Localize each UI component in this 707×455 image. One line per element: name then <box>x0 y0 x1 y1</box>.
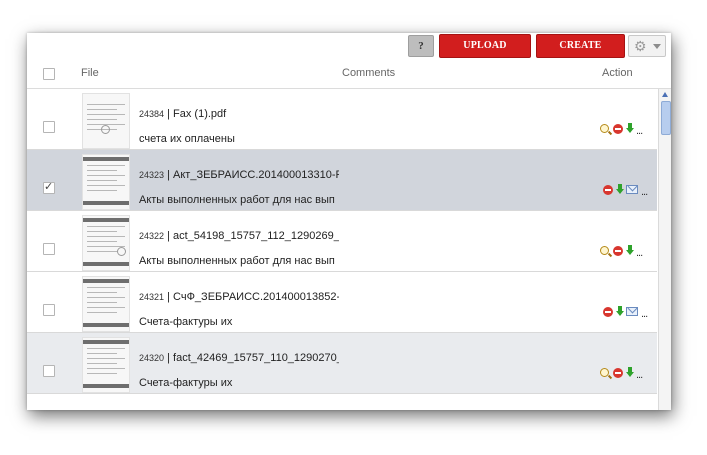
column-header-action: Action <box>602 67 633 79</box>
file-id: 24322 <box>139 231 165 241</box>
file-id: 24323 <box>139 170 165 180</box>
delete-icon[interactable] <box>603 307 613 317</box>
file-id-separator: | <box>164 291 174 303</box>
file-thumbnail[interactable] <box>82 276 130 332</box>
file-name[interactable]: 24322 | act_54198_15757_112_1290269_1. <box>139 230 339 242</box>
scrollbar-thumb[interactable] <box>661 101 671 135</box>
file-thumbnail[interactable] <box>82 93 130 149</box>
file-comment: Акты выполненных работ для нас выпол <box>139 255 335 267</box>
file-thumbnail[interactable] <box>82 337 130 393</box>
file-name[interactable]: 24323 | Акт_ЗЕБРАИСС.201400013310-PT <box>139 169 339 181</box>
file-name-text: act_54198_15757_112_1290269_1. <box>173 230 339 242</box>
toolbar: ? UPLOAD CREATE ⚙ <box>27 33 671 60</box>
more-actions-button[interactable]: ... <box>636 369 643 381</box>
file-name-text: СчФ_ЗЕБРАИСС.201400013852-F <box>173 291 339 303</box>
documents-panel: ? UPLOAD CREATE ⚙ File Comments Action 2… <box>27 33 671 410</box>
view-icon[interactable] <box>600 246 609 255</box>
file-id: 24384 <box>139 109 165 119</box>
download-icon[interactable] <box>626 367 634 378</box>
file-comment: Счета-фактуры их <box>139 377 233 389</box>
file-name[interactable]: 24320 | fact_42469_15757_110_1290270_1 <box>139 352 339 364</box>
table-row[interactable]: 24321 | СчФ_ЗЕБРАИСС.201400013852-F Счета… <box>27 272 657 333</box>
vertical-scrollbar[interactable] <box>658 89 671 410</box>
select-all-checkbox[interactable] <box>43 68 55 80</box>
create-button[interactable]: CREATE <box>536 34 625 58</box>
row-checkbox[interactable] <box>43 365 55 377</box>
more-actions-button[interactable]: ... <box>636 125 643 137</box>
file-name-text: Акт_ЗЕБРАИСС.201400013310-PT <box>173 169 339 181</box>
column-header-comments: Comments <box>342 67 396 79</box>
table-row[interactable]: 24323 | Акт_ЗЕБРАИСС.201400013310-PT Акты… <box>27 150 657 211</box>
file-id-separator: | <box>164 169 174 181</box>
settings-dropdown-button[interactable]: ⚙ <box>628 35 666 57</box>
file-thumbnail[interactable] <box>82 154 130 210</box>
more-actions-button[interactable]: ... <box>641 308 648 320</box>
file-id: 24321 <box>139 292 165 302</box>
delete-icon[interactable] <box>613 368 623 378</box>
row-checkbox[interactable] <box>43 304 55 316</box>
row-checkbox[interactable] <box>43 180 55 194</box>
download-icon[interactable] <box>626 245 634 256</box>
mail-icon[interactable] <box>626 185 638 194</box>
file-list: 24384 | Fax (1).pdfсчета их оплачены...2… <box>27 89 657 410</box>
mail-icon[interactable] <box>626 307 638 316</box>
view-icon[interactable] <box>600 368 609 377</box>
gear-icon: ⚙ <box>634 38 647 54</box>
file-comment: Счета-фактуры их <box>139 316 233 328</box>
more-actions-button[interactable]: ... <box>636 247 643 259</box>
table-row[interactable]: 24322 | act_54198_15757_112_1290269_1. Ак… <box>27 211 657 272</box>
download-icon[interactable] <box>626 123 634 134</box>
file-name[interactable]: 24384 | Fax (1).pdf <box>139 108 339 120</box>
column-header-file: File <box>81 67 99 79</box>
delete-icon[interactable] <box>613 124 623 134</box>
file-id-separator: | <box>164 230 174 242</box>
delete-icon[interactable] <box>603 185 613 195</box>
more-actions-button[interactable]: ... <box>641 186 648 198</box>
file-id-separator: | <box>164 108 174 120</box>
table-row[interactable]: 24320 | fact_42469_15757_110_1290270_1 Сч… <box>27 333 657 394</box>
download-icon[interactable] <box>616 306 624 317</box>
file-comment: счета их оплачены <box>139 133 235 145</box>
delete-icon[interactable] <box>613 246 623 256</box>
table-header: File Comments Action <box>27 60 671 89</box>
chevron-down-icon <box>653 44 661 49</box>
download-icon[interactable] <box>616 184 624 195</box>
table-row[interactable]: 24384 | Fax (1).pdf счета их оплачены... <box>27 89 657 150</box>
file-name[interactable]: 24321 | СчФ_ЗЕБРАИСС.201400013852-F <box>139 291 339 303</box>
file-id: 24320 <box>139 353 165 363</box>
help-button[interactable]: ? <box>408 35 434 57</box>
file-name-text: Fax (1).pdf <box>173 108 227 120</box>
file-name-text: fact_42469_15757_110_1290270_1 <box>173 352 339 364</box>
scroll-up-arrow-icon[interactable] <box>662 92 668 97</box>
view-icon[interactable] <box>600 124 609 133</box>
row-checkbox[interactable] <box>43 243 55 255</box>
file-id-separator: | <box>164 352 174 364</box>
file-comment: Акты выполненных работ для нас выпол <box>139 194 335 206</box>
file-thumbnail[interactable] <box>82 215 130 271</box>
upload-button[interactable]: UPLOAD <box>439 34 531 58</box>
row-checkbox[interactable] <box>43 121 55 133</box>
